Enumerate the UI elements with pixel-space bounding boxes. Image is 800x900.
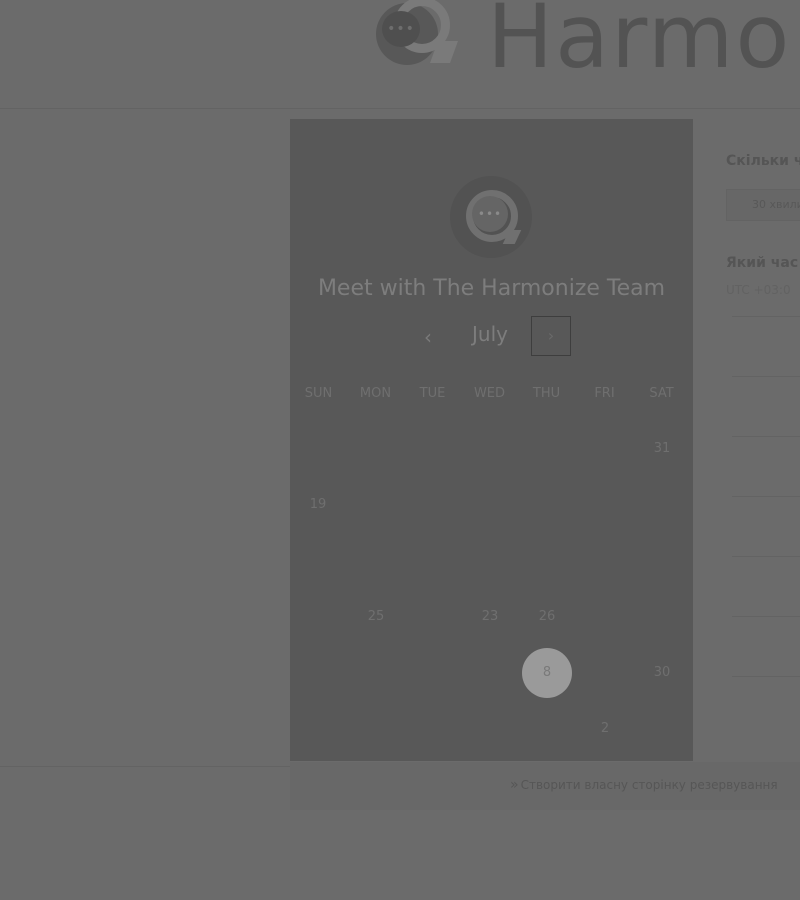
create-booking-page-link[interactable]: » Створити власну сторінку резервування: [510, 777, 778, 793]
timezone-label[interactable]: UTC +03:0: [726, 283, 791, 297]
prev-month-button[interactable]: ‹: [416, 324, 440, 350]
weekday-label: SAT: [649, 386, 674, 401]
footer: » Створити власну сторінку резервування: [290, 762, 800, 810]
brand-wordmark: Harmo: [487, 0, 792, 88]
calendar-card: ••• Meet with The Harmonize Team ‹ July …: [290, 119, 693, 761]
month-label: July: [472, 322, 508, 346]
chat-bubble-icon: •••: [472, 196, 508, 232]
time-slot-divider: [732, 496, 800, 497]
time-selection-panel: Скільки ч 30 хвили Який час UTC +03:0: [694, 119, 800, 761]
harmonize-logo-icon: •••: [372, 0, 467, 77]
weekday-label: TUE: [419, 386, 446, 401]
double-chevron-icon: »: [510, 777, 519, 793]
calendar-day[interactable]: 23: [465, 592, 515, 642]
weekday-label: MON: [359, 386, 392, 401]
footer-divider: [0, 766, 290, 767]
left-panel: [0, 118, 289, 758]
header-divider: [0, 108, 800, 109]
brand-logo[interactable]: ••• Harmo: [372, 0, 791, 82]
next-month-button[interactable]: ›: [531, 316, 571, 356]
time-slot-divider: [732, 556, 800, 557]
calendar-day[interactable]: 25: [351, 592, 401, 642]
calendar-day[interactable]: 2: [580, 704, 630, 754]
booking-page: ••• Harmo ••• Meet with The Harmonize Te…: [0, 0, 800, 900]
calendar-day[interactable]: 30: [637, 648, 687, 698]
weekday-label: WED: [473, 386, 506, 401]
time-slot-divider: [732, 616, 800, 617]
duration-heading: Скільки ч: [726, 153, 800, 169]
time-heading: Який час: [726, 255, 799, 271]
time-slot-divider: [732, 376, 800, 377]
team-avatar: •••: [450, 176, 532, 258]
calendar-day[interactable]: 31: [637, 424, 687, 474]
time-slot-divider: [732, 436, 800, 437]
time-slot-divider: [732, 676, 800, 677]
weekday-label: THU: [532, 386, 561, 401]
create-booking-page-text: Створити власну сторінку резервування: [520, 778, 778, 792]
duration-select[interactable]: 30 хвили: [726, 189, 800, 221]
calendar-day-selected[interactable]: 8: [522, 648, 572, 698]
calendar-day[interactable]: 26: [522, 592, 572, 642]
weekday-header: SUN MON TUE WED THU FRI SAT: [290, 386, 693, 406]
month-navigation: ‹ July ›: [290, 316, 693, 358]
meeting-title: Meet with The Harmonize Team: [317, 276, 666, 301]
time-slot-divider: [732, 316, 800, 317]
weekday-label: FRI: [594, 386, 615, 401]
chat-bubble-icon: •••: [382, 11, 420, 47]
calendar-day[interactable]: 19: [293, 480, 343, 530]
weekday-label: SUN: [304, 386, 333, 401]
